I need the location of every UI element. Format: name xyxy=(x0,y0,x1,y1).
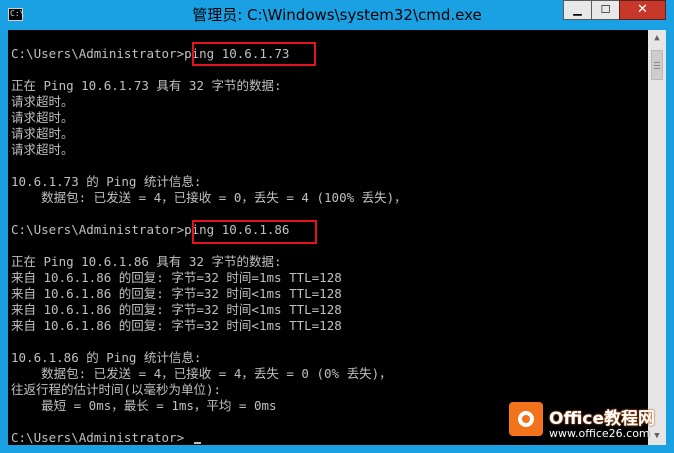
highlight-box-ping-73 xyxy=(192,42,316,66)
office-logo-icon xyxy=(509,402,543,436)
console-line: 来自 10.6.1.86 的回复: 字节=32 时间<1ms TTL=128 xyxy=(11,318,342,333)
scroll-up-arrow-icon[interactable]: ▲ xyxy=(648,30,666,47)
close-button[interactable]: ✕ xyxy=(619,0,666,20)
console-line: 来自 10.6.1.86 的回复: 字节=32 时间<1ms TTL=128 xyxy=(11,286,342,301)
console-line: 最短 = 0ms，最长 = 1ms，平均 = 0ms xyxy=(11,398,277,413)
vertical-scrollbar[interactable]: ▲ ▼ xyxy=(648,30,666,445)
minimize-button[interactable]: ▁ xyxy=(563,0,591,20)
console-line: 数据包: 已发送 = 4，已接收 = 0，丢失 = 4 (100% 丢失)， xyxy=(11,190,407,205)
console-line: 请求超时。 xyxy=(11,126,74,141)
watermark-brand: Office教程网 xyxy=(549,409,656,429)
grip-line xyxy=(654,62,660,63)
watermark: Office教程网 www.office26.com xyxy=(509,398,674,448)
console-line: 来自 10.6.1.86 的回复: 字节=32 时间=1ms TTL=128 xyxy=(11,270,342,285)
console-line: 来自 10.6.1.86 的回复: 字节=32 时间<1ms TTL=128 xyxy=(11,302,342,317)
console-line: 请求超时。 xyxy=(11,142,74,157)
highlight-box-ping-86 xyxy=(192,220,317,244)
watermark-url: www.office26.com xyxy=(549,427,650,440)
text-cursor xyxy=(194,442,201,444)
console-line: 请求超时。 xyxy=(11,110,74,125)
cmd-window: C:\ 管理员: C:\Windows\system32\cmd.exe ▁ ☐… xyxy=(0,0,674,453)
console-output[interactable]: C:\Users\Administrator>ping 10.6.1.73 正在… xyxy=(8,30,648,445)
console-line: 正在 Ping 10.6.1.73 具有 32 字节的数据: xyxy=(11,78,282,93)
console-line: 请求超时。 xyxy=(11,94,74,109)
console-line: 10.6.1.73 的 Ping 统计信息: xyxy=(11,174,202,189)
console-line: 10.6.1.86 的 Ping 统计信息: xyxy=(11,350,202,365)
maximize-button[interactable]: ☐ xyxy=(591,0,619,20)
grip-line xyxy=(654,68,660,69)
console-line: 数据包: 已发送 = 4，已接收 = 4，丢失 = 0 (0% 丢失)， xyxy=(11,366,392,381)
scroll-thumb[interactable] xyxy=(651,50,663,80)
title-bar[interactable]: C:\ 管理员: C:\Windows\system32\cmd.exe ▁ ☐… xyxy=(0,0,674,30)
grip-line xyxy=(654,65,660,66)
console-line: 往返行程的估计时间(以毫秒为单位): xyxy=(11,382,222,397)
logo-dot xyxy=(522,415,530,423)
console-prompt: C:\Users\Administrator> xyxy=(11,430,185,445)
console-line: 正在 Ping 10.6.1.86 具有 32 字节的数据: xyxy=(11,254,282,269)
